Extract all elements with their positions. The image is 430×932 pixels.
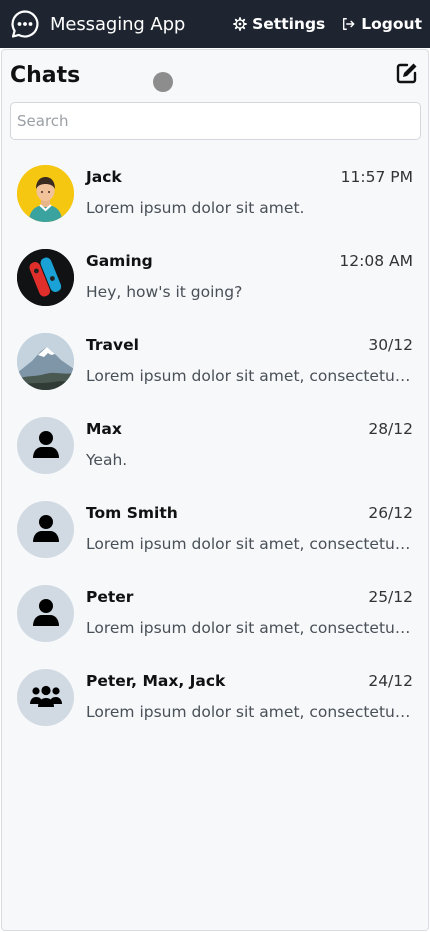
game-console-avatar [17,249,74,306]
user-icon [32,514,59,546]
chats-panel: Chats Search Jack 11:57 PM Lorem ipsum d… [1,49,429,931]
app-title: Messaging App [50,13,186,35]
chat-name: Peter, Max, Jack [86,672,226,690]
chat-preview: Lorem ipsum dolor sit amet, consectetur … [86,367,416,385]
chat-bubble-icon [10,9,40,39]
chat-item-jack[interactable]: Jack 11:57 PM Lorem ipsum dolor sit amet… [2,154,428,238]
chat-name: Max [86,420,122,438]
logout-label: Logout [361,15,422,33]
chat-item-max[interactable]: Max 28/12 Yeah. [2,406,428,490]
gear-icon [233,17,248,31]
cartoon-person-avatar [17,165,74,222]
chat-name: Gaming [86,252,153,270]
chat-preview: Hey, how's it going? [86,283,243,301]
top-nav: Settings Logout [233,15,422,33]
search-input[interactable] [10,102,421,140]
logout-link[interactable]: Logout [341,15,422,33]
chat-list: Jack 11:57 PM Lorem ipsum dolor sit amet… [2,154,428,742]
user-avatar [17,417,74,474]
top-navbar: Messaging App Settings Logout [0,0,430,48]
chats-title: Chats [10,62,81,88]
chat-time: 28/12 [368,420,413,438]
chat-name: Jack [86,168,122,186]
cursor-indicator [153,72,173,92]
chat-item-travel[interactable]: Travel 30/12 Lorem ipsum dolor sit amet,… [2,322,428,406]
chat-preview: Yeah. [86,451,128,469]
chat-time: 12:08 AM [339,252,413,270]
mountain-photo-avatar [17,333,74,390]
chat-name: Tom Smith [86,504,178,522]
settings-label: Settings [252,15,326,33]
chat-preview: Lorem ipsum dolor sit amet, consectetur … [86,535,416,553]
user-icon [32,430,59,462]
logout-icon [341,17,356,31]
chat-item-tom-smith[interactable]: Tom Smith 26/12 Lorem ipsum dolor sit am… [2,490,428,574]
chat-name: Peter [86,588,134,606]
compose-button[interactable] [394,62,420,88]
chat-name: Travel [86,336,139,354]
chat-time: 24/12 [368,672,413,690]
chat-preview: Lorem ipsum dolor sit amet, consectetur … [86,619,416,637]
app-brand[interactable]: Messaging App [10,9,185,39]
user-avatar [17,501,74,558]
chat-item-gaming[interactable]: Gaming 12:08 AM Hey, how's it going? [2,238,428,322]
chat-time: 26/12 [368,504,413,522]
chat-preview: Lorem ipsum dolor sit amet, consectetur … [86,703,416,721]
chats-header: Chats [10,60,420,90]
group-avatar [17,669,74,726]
edit-icon [395,61,419,89]
user-avatar [17,585,74,642]
settings-link[interactable]: Settings [233,15,325,33]
chat-time: 11:57 PM [340,168,413,186]
users-group-icon [29,685,62,711]
chat-time: 30/12 [368,336,413,354]
chat-item-peter-max-jack[interactable]: Peter, Max, Jack 24/12 Lorem ipsum dolor… [2,658,428,742]
user-icon [32,598,59,630]
chat-item-peter[interactable]: Peter 25/12 Lorem ipsum dolor sit amet, … [2,574,428,658]
chat-preview: Lorem ipsum dolor sit amet. [86,199,305,217]
chat-time: 25/12 [368,588,413,606]
